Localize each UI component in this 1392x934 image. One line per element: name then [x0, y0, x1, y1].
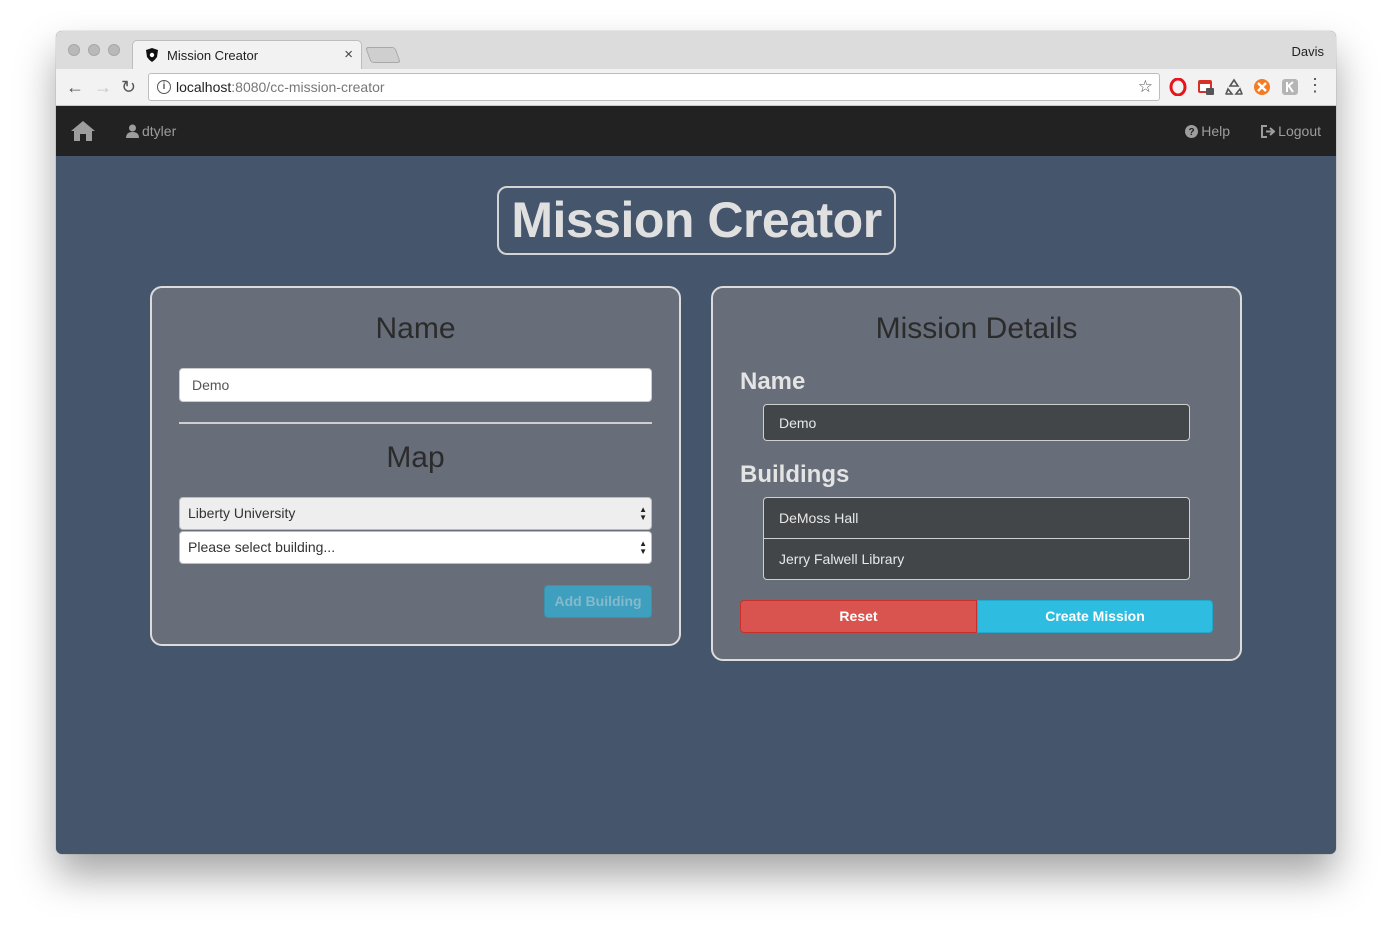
buildings-list: DeMoss Hall Jerry Falwell Library: [763, 497, 1190, 580]
logout-icon: [1261, 125, 1276, 138]
map-select[interactable]: Liberty University ▲ ▼: [179, 497, 652, 530]
details-buildings-label: Buildings: [740, 461, 850, 488]
maximize-window-button[interactable]: [108, 44, 120, 56]
info-icon[interactable]: i: [157, 80, 171, 94]
address-bar[interactable]: i localhost:8080/cc-mission-creator ☆: [148, 73, 1160, 101]
mission-form-panel: Name Demo Map Liberty University ▲ ▼ Plea…: [150, 286, 681, 646]
browser-toolbar: ← → ↻ i localhost:8080/cc-mission-creato…: [56, 69, 1336, 106]
building-select[interactable]: Please select building... ▲ ▼: [179, 531, 652, 564]
minimize-window-button[interactable]: [88, 44, 100, 56]
details-name-label: Name: [740, 368, 806, 395]
tab-title: Mission Creator: [167, 48, 259, 63]
list-item[interactable]: Jerry Falwell Library: [764, 539, 1189, 580]
nav-logout-link[interactable]: Logout: [1261, 123, 1321, 139]
select-arrows-icon: ▲ ▼: [639, 539, 647, 556]
menu-kebab-icon[interactable]: ⋮: [1306, 75, 1324, 96]
details-name-value: Demo: [763, 404, 1190, 441]
page-title: Mission Creator: [497, 186, 896, 255]
shield-favicon-icon: [146, 48, 158, 62]
opera-extension-icon[interactable]: [1169, 78, 1187, 96]
reset-button[interactable]: Reset: [740, 600, 977, 633]
section-divider: [179, 422, 652, 424]
url-text: localhost:8080/cc-mission-creator: [176, 79, 385, 95]
nav-logout-label: Logout: [1278, 123, 1321, 139]
map-heading: Map: [386, 441, 445, 474]
building-select-value: Please select building...: [188, 539, 336, 555]
mission-name-input[interactable]: Demo: [179, 368, 652, 402]
select-arrows-icon: ▲ ▼: [639, 505, 647, 522]
home-icon[interactable]: [70, 120, 96, 142]
nav-help-label: Help: [1201, 123, 1230, 139]
tab-close-icon[interactable]: ×: [344, 46, 353, 63]
question-circle-icon: ?: [1185, 125, 1199, 138]
reload-icon[interactable]: ↻: [121, 76, 136, 98]
profile-name[interactable]: Davis: [1291, 44, 1324, 59]
calendar-extension-icon[interactable]: [1197, 78, 1215, 96]
back-arrow-icon[interactable]: ←: [66, 76, 84, 98]
app-navbar: dtyler ? Help Logout: [56, 106, 1336, 156]
name-heading: Name: [375, 312, 456, 345]
new-tab-button[interactable]: [365, 47, 401, 63]
list-item[interactable]: DeMoss Hall: [764, 498, 1189, 539]
mission-details-panel: Mission Details Name Demo Buildings DeMo…: [711, 286, 1242, 661]
orange-extension-icon[interactable]: [1253, 78, 1271, 96]
add-building-button[interactable]: Add Building: [544, 585, 652, 618]
mission-details-heading: Mission Details: [875, 312, 1078, 345]
bookmark-star-icon[interactable]: ☆: [1138, 77, 1153, 97]
browser-window: Mission Creator × Davis ← → ↻ i localhos…: [56, 31, 1336, 854]
nav-user-label: dtyler: [142, 123, 177, 139]
user-icon: [126, 124, 139, 138]
nav-help-link[interactable]: ? Help: [1185, 123, 1230, 139]
map-select-value: Liberty University: [188, 505, 296, 521]
forward-arrow-icon[interactable]: →: [94, 76, 112, 98]
close-window-button[interactable]: [68, 44, 80, 56]
recycle-extension-icon[interactable]: [1225, 78, 1243, 96]
nav-user-link[interactable]: dtyler: [126, 123, 176, 139]
browser-titlebar: Mission Creator × Davis: [56, 31, 1336, 69]
svg-text:?: ?: [1189, 127, 1195, 138]
create-mission-button[interactable]: Create Mission: [977, 600, 1213, 633]
grey-extension-icon[interactable]: [1281, 78, 1299, 96]
browser-tab[interactable]: Mission Creator ×: [132, 40, 362, 69]
